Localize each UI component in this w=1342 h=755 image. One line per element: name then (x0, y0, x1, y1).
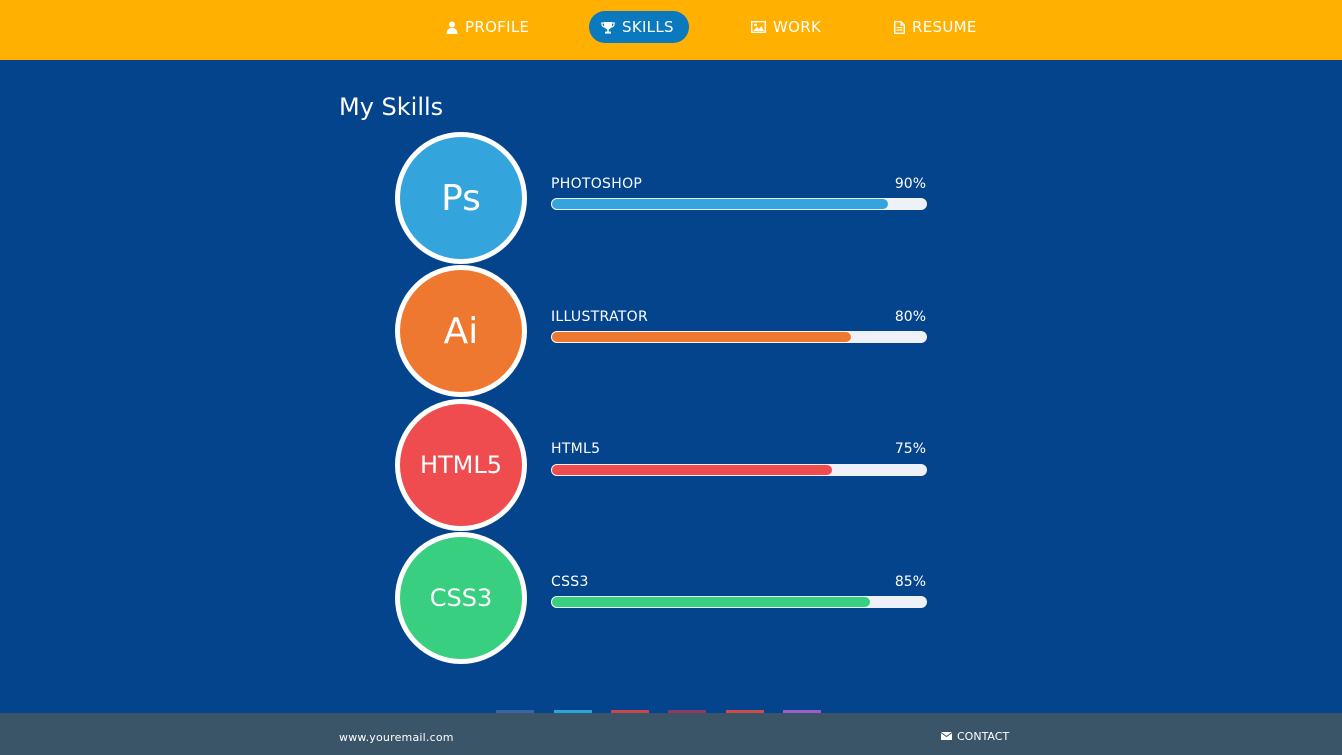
nav-skills-label: SKILLS (622, 18, 674, 36)
nav-skills[interactable]: SKILLS (589, 11, 689, 43)
skill-name-css3: CSS3 (551, 574, 589, 590)
skill-bar-illustrator (551, 331, 927, 343)
skill-badge-html5: HTML5 (395, 399, 527, 531)
skill-bar-fill (551, 596, 871, 608)
nav-profile[interactable]: PROFILE (434, 11, 541, 43)
skill-badge-photoshop: Ps (395, 132, 527, 264)
skill-name-html5: HTML5 (551, 441, 601, 457)
skill-badge-illustrator: Ai (395, 265, 527, 397)
skill-badge-label: Ai (443, 310, 479, 352)
skill-bar-fill (551, 198, 890, 210)
footer: www.youremail.com CONTACT (0, 713, 1342, 755)
section-title: My Skills (339, 93, 444, 121)
mail-icon (940, 730, 953, 743)
trophy-icon (601, 21, 615, 34)
footer-email[interactable]: www.youremail.com (339, 731, 454, 744)
skill-percent-illustrator: 80% (894, 309, 926, 325)
nav-work[interactable]: WORK (739, 11, 833, 43)
skill-bar-css3 (551, 596, 927, 608)
document-icon (894, 20, 905, 34)
top-navigation: PROFILE SKILLS WORK RESUME (0, 0, 1342, 60)
skill-badge-label: CSS3 (429, 584, 493, 612)
nav-profile-label: PROFILE (465, 18, 530, 36)
nav-work-label: WORK (773, 18, 822, 36)
skill-percent-html5: 75% (894, 441, 926, 457)
skill-percent-css3: 85% (894, 574, 926, 590)
nav-resume[interactable]: RESUME (882, 11, 989, 43)
image-icon (751, 21, 766, 33)
skill-badge-label: Ps (441, 177, 481, 219)
skill-badge-label: HTML5 (419, 451, 503, 479)
skill-name-photoshop: PHOTOSHOP (551, 176, 643, 192)
skill-percent-photoshop: 90% (894, 176, 926, 192)
skill-bar-fill (551, 464, 833, 476)
skill-bar-fill (551, 331, 852, 343)
skill-bar-photoshop (551, 198, 927, 210)
nav-resume-label: RESUME (912, 18, 977, 36)
user-icon (446, 21, 458, 34)
skill-badge-css3: CSS3 (395, 532, 527, 664)
contact-button[interactable]: CONTACT (940, 730, 1010, 743)
skill-bar-html5 (551, 464, 927, 476)
contact-label: CONTACT (957, 730, 1010, 743)
skill-name-illustrator: ILLUSTRATOR (551, 309, 648, 325)
